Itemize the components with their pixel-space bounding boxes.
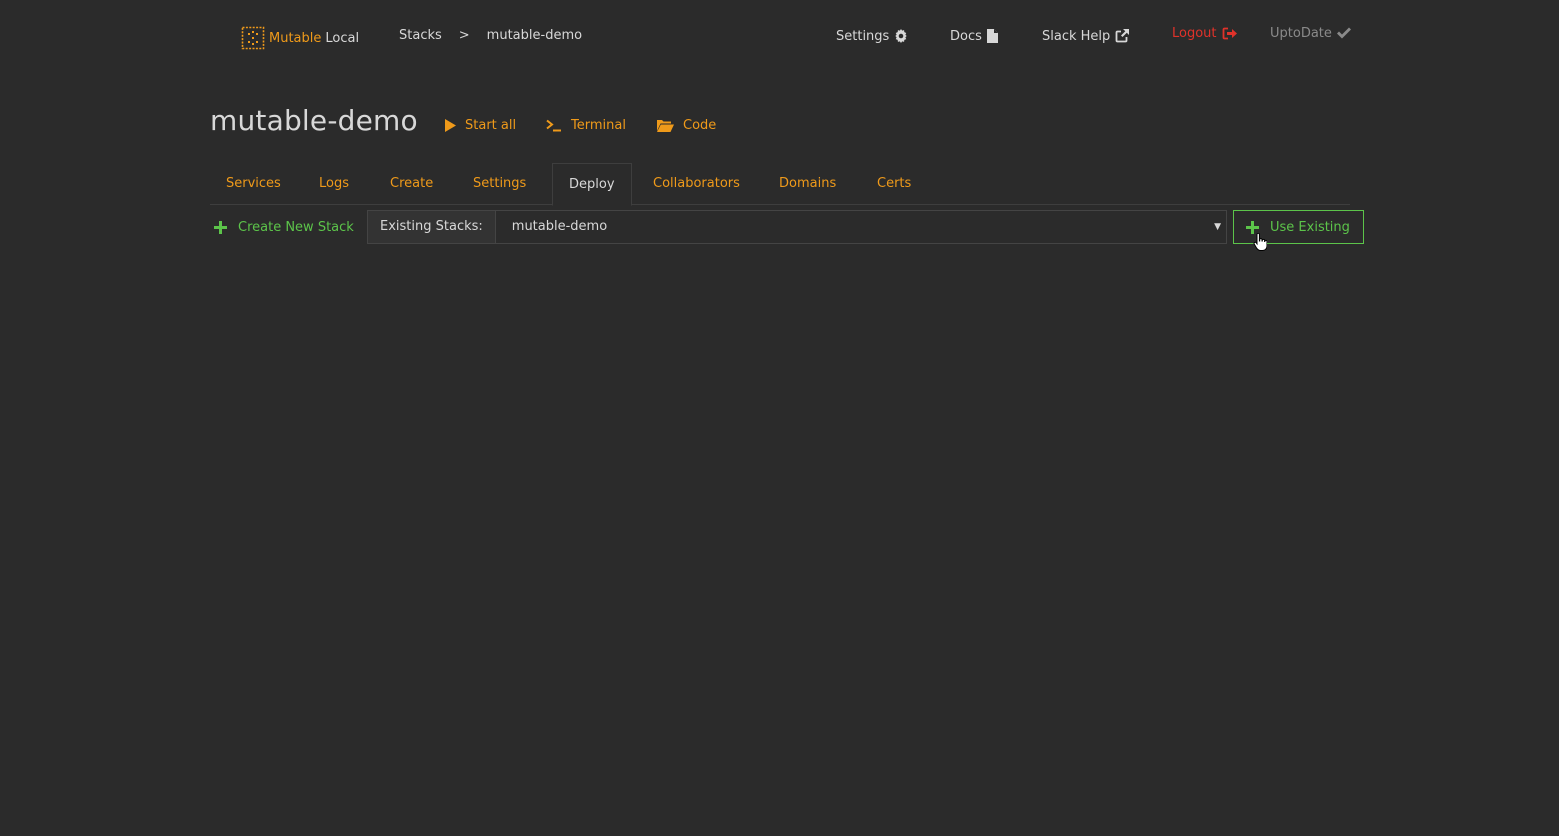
- top-navbar: Mutable Local Stacks > mutable-demo Sett…: [0, 0, 1559, 72]
- breadcrumb-current: mutable-demo: [486, 28, 583, 43]
- nav-slack-label: Slack Help: [1042, 28, 1111, 44]
- terminal-icon: [546, 119, 561, 132]
- gear-icon: [895, 29, 908, 43]
- use-existing-button[interactable]: Use Existing: [1233, 210, 1364, 244]
- code-label: Code: [683, 118, 717, 133]
- breadcrumb: Stacks > mutable-demo: [399, 28, 582, 43]
- existing-stacks-group: Existing Stacks: mutable-demo ▼: [367, 210, 1227, 244]
- terminal-label: Terminal: [571, 118, 626, 133]
- create-new-stack-label: Create New Stack: [238, 219, 354, 235]
- existing-stacks-select[interactable]: mutable-demo ▼: [494, 210, 1227, 244]
- nav-slack-help-link[interactable]: Slack Help: [1042, 26, 1130, 46]
- brand-link[interactable]: Mutable Local: [241, 25, 359, 51]
- tab-services[interactable]: Services: [210, 163, 297, 205]
- brand-name: Mutable: [269, 30, 322, 46]
- terminal-button[interactable]: Terminal: [546, 118, 626, 133]
- nav-docs-label: Docs: [950, 28, 982, 44]
- nav-logout-label: Logout: [1172, 25, 1217, 41]
- use-existing-label: Use Existing: [1270, 219, 1350, 235]
- plus-icon: [1246, 220, 1259, 234]
- nav-settings-link[interactable]: Settings: [836, 26, 908, 46]
- nav-status: UptoDate: [1270, 23, 1351, 43]
- start-all-button[interactable]: Start all: [445, 118, 516, 133]
- tab-deploy[interactable]: Deploy: [552, 163, 632, 206]
- nav-docs-link[interactable]: Docs: [950, 26, 998, 46]
- external-link-icon: [1115, 29, 1130, 43]
- nav-settings-label: Settings: [836, 28, 890, 44]
- tab-create[interactable]: Create: [374, 163, 449, 205]
- selected-stack-value: mutable-demo: [511, 219, 608, 234]
- breadcrumb-stacks-link[interactable]: Stacks: [399, 28, 442, 43]
- tab-logs[interactable]: Logs: [303, 163, 365, 205]
- tab-certs[interactable]: Certs: [861, 163, 927, 205]
- brand-env: Local: [325, 30, 360, 46]
- tab-collaborators[interactable]: Collaborators: [637, 163, 756, 205]
- stack-tabs: Services Logs Create Settings Deploy Col…: [210, 163, 1350, 206]
- breadcrumb-separator: >: [458, 28, 470, 43]
- tab-settings[interactable]: Settings: [457, 163, 542, 205]
- tab-domains[interactable]: Domains: [763, 163, 852, 205]
- mutable-logo-icon: [241, 26, 265, 50]
- code-button[interactable]: Code: [657, 118, 716, 133]
- nav-status-label: UptoDate: [1270, 25, 1332, 41]
- existing-stacks-label: Existing Stacks:: [367, 210, 495, 244]
- start-all-label: Start all: [465, 118, 517, 133]
- nav-logout-link[interactable]: Logout: [1172, 23, 1237, 43]
- file-icon: [986, 29, 998, 43]
- plus-icon: [214, 220, 227, 234]
- check-icon: [1336, 27, 1351, 39]
- folder-open-icon: [657, 120, 674, 132]
- page-title: mutable-demo: [210, 104, 418, 137]
- create-new-stack-button[interactable]: Create New Stack: [214, 218, 354, 236]
- caret-down-icon: ▼: [1214, 222, 1221, 232]
- sign-out-icon: [1222, 27, 1237, 39]
- play-icon: [445, 119, 456, 132]
